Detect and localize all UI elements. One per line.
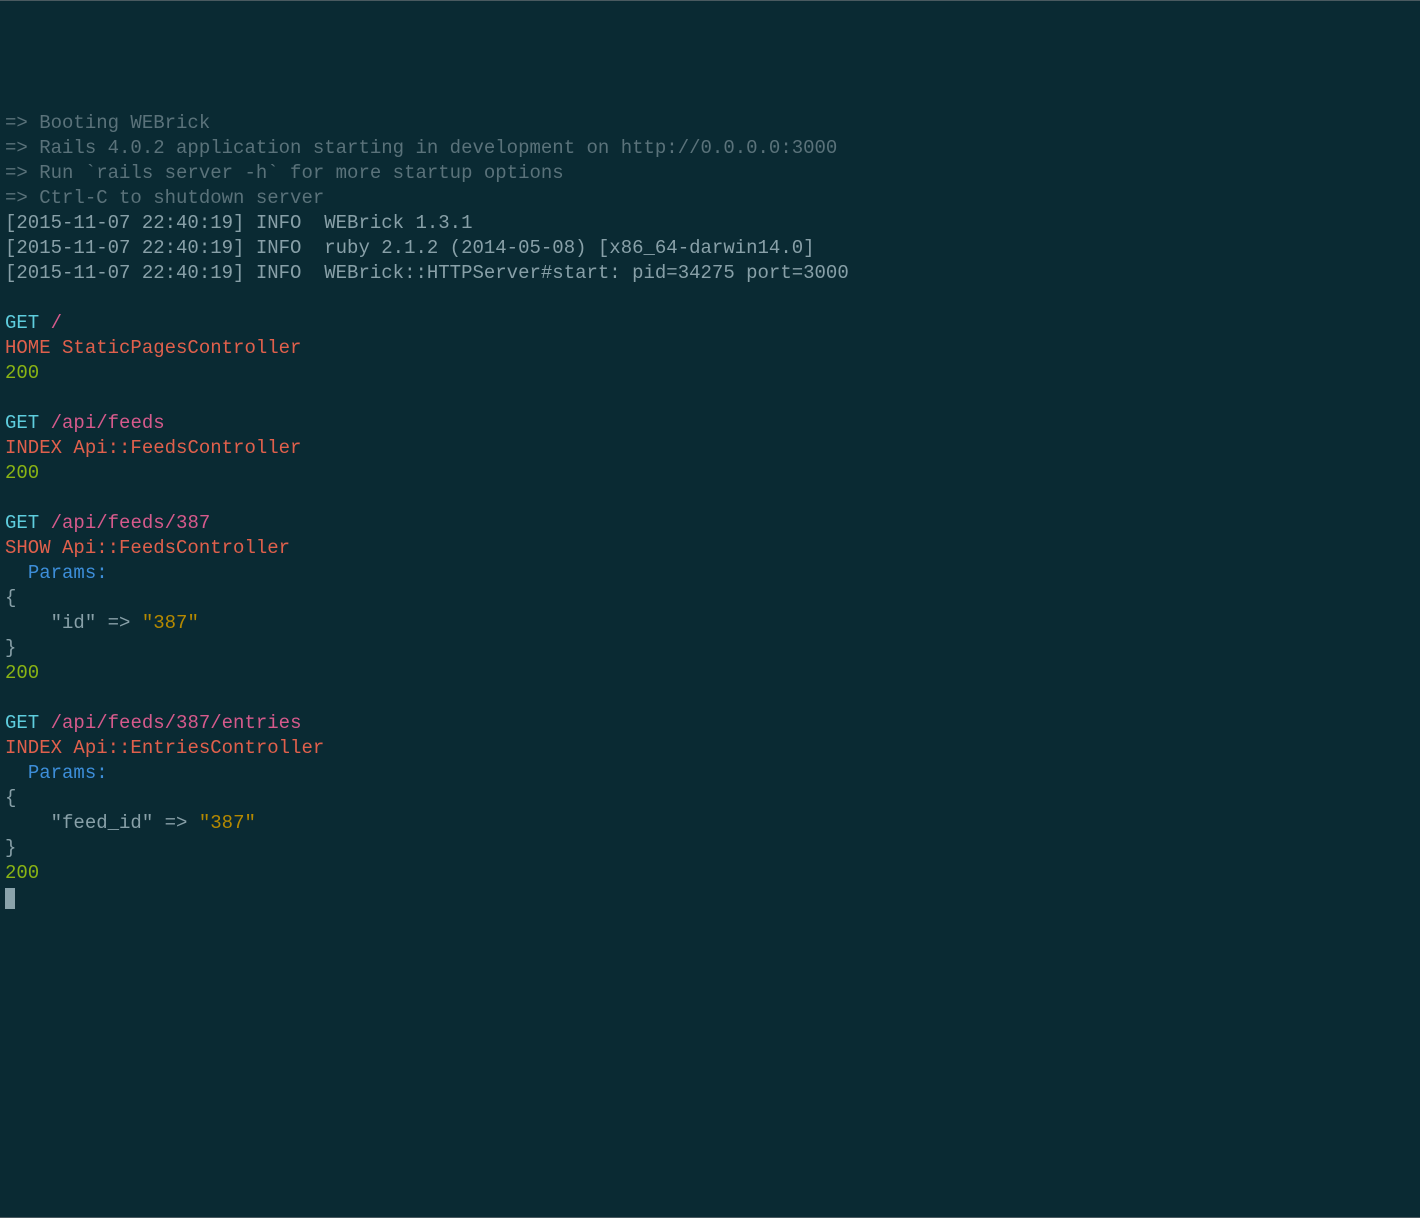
param-value: "387" <box>142 612 199 634</box>
controller-action: INDEX Api::FeedsController <box>5 437 301 459</box>
http-method: GET <box>5 712 39 734</box>
boot-line: [2015-11-07 22:40:19] INFO WEBrick::HTTP… <box>5 262 849 284</box>
boot-line: => Booting WEBrick <box>5 112 210 134</box>
hash-arrow: => <box>165 812 188 834</box>
param-key: "id" <box>51 612 97 634</box>
request-path: / <box>51 312 62 334</box>
hash-open: { <box>5 787 16 809</box>
http-status: 200 <box>5 862 39 884</box>
params-label: Params: <box>28 562 108 584</box>
param-key: "feed_id" <box>51 812 154 834</box>
boot-line: => Ctrl-C to shutdown server <box>5 187 324 209</box>
cursor <box>5 888 15 909</box>
http-method: GET <box>5 312 39 334</box>
boot-line: => Run `rails server -h` for more startu… <box>5 162 564 184</box>
controller-action: HOME StaticPagesController <box>5 337 301 359</box>
params-label: Params: <box>28 762 108 784</box>
boot-line: [2015-11-07 22:40:19] INFO WEBrick 1.3.1 <box>5 212 472 234</box>
hash-open: { <box>5 587 16 609</box>
http-method: GET <box>5 412 39 434</box>
http-status: 200 <box>5 662 39 684</box>
param-value: "387" <box>199 812 256 834</box>
request-path: /api/feeds/387/entries <box>51 712 302 734</box>
hash-close: } <box>5 637 16 659</box>
boot-line: => Rails 4.0.2 application starting in d… <box>5 137 837 159</box>
request-path: /api/feeds/387 <box>51 512 211 534</box>
http-status: 200 <box>5 462 39 484</box>
hash-close: } <box>5 837 16 859</box>
hash-arrow: => <box>108 612 131 634</box>
terminal-output[interactable]: => Booting WEBrick => Rails 4.0.2 applic… <box>5 111 1415 911</box>
request-path: /api/feeds <box>51 412 165 434</box>
controller-action: INDEX Api::EntriesController <box>5 737 324 759</box>
controller-action: SHOW Api::FeedsController <box>5 537 290 559</box>
boot-line: [2015-11-07 22:40:19] INFO ruby 2.1.2 (2… <box>5 237 815 259</box>
http-method: GET <box>5 512 39 534</box>
http-status: 200 <box>5 362 39 384</box>
